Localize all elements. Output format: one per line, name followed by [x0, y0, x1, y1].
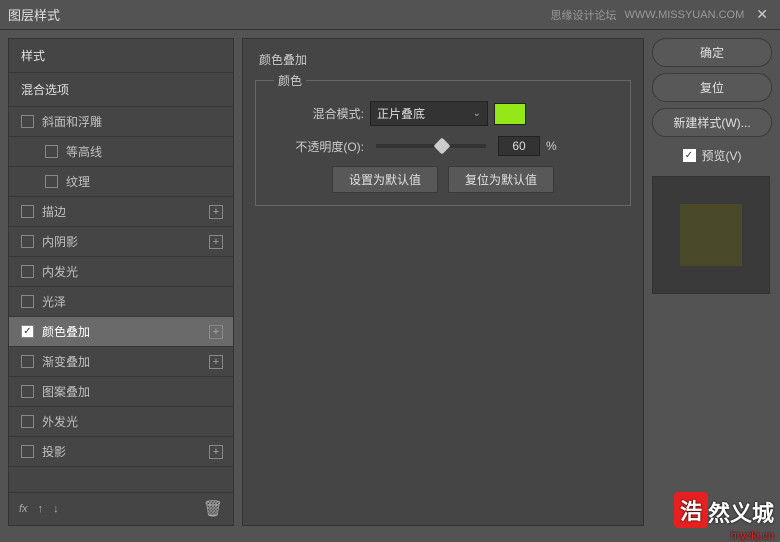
style-label: 图案叠加 — [42, 383, 221, 400]
style-item-texture[interactable]: 纹理 — [9, 167, 233, 197]
style-item-inner-shadow[interactable]: 内阴影 + — [9, 227, 233, 257]
opacity-slider[interactable] — [376, 144, 486, 148]
new-style-button[interactable]: 新建样式(W)... — [652, 108, 772, 137]
title-bar: 图层样式 思缘设计论坛 WWW.MISSYUAN.COM ✕ — [0, 0, 780, 30]
style-item-satin[interactable]: 光泽 — [9, 287, 233, 317]
style-item-bevel[interactable]: 斜面和浮雕 — [9, 107, 233, 137]
checkbox-icon[interactable] — [21, 205, 34, 218]
style-item-color-overlay[interactable]: 颜色叠加 + — [9, 317, 233, 347]
style-label: 投影 — [42, 443, 221, 460]
forum-name: 思缘设计论坛 — [550, 7, 616, 23]
styles-panel: 样式 混合选项 斜面和浮雕 等高线 纹理 描边 + 内阴 — [8, 38, 234, 526]
color-group: 颜色 混合模式: 正片叠底 ⌄ 不透明度(O): — [255, 72, 631, 206]
add-icon[interactable]: + — [209, 445, 223, 459]
add-icon[interactable]: + — [209, 325, 223, 339]
checkbox-icon[interactable] — [21, 235, 34, 248]
cancel-button[interactable]: 复位 — [652, 73, 772, 102]
add-icon[interactable]: + — [209, 205, 223, 219]
blend-options[interactable]: 混合选项 — [9, 73, 233, 107]
blend-mode-row: 混合模式: 正片叠底 ⌄ — [274, 101, 612, 126]
checkbox-icon[interactable] — [21, 115, 34, 128]
watermark: 浩 然义城 hryckj.cn — [674, 492, 774, 528]
style-item-gradient-overlay[interactable]: 渐变叠加 + — [9, 347, 233, 377]
style-label: 等高线 — [66, 143, 221, 160]
blend-mode-label: 混合模式: — [274, 105, 364, 122]
opacity-unit: % — [546, 139, 557, 153]
watermark-url: hryckj.cn — [731, 530, 774, 542]
preview-box — [652, 176, 770, 294]
style-label: 描边 — [42, 203, 221, 220]
default-buttons-row: 设置为默认值 复位为默认值 — [274, 166, 612, 193]
style-item-contour[interactable]: 等高线 — [9, 137, 233, 167]
checkbox-icon[interactable] — [21, 355, 34, 368]
watermark-text: 然义城 hryckj.cn — [708, 496, 774, 528]
blend-mode-value: 正片叠底 — [377, 105, 425, 122]
styles-list: 斜面和浮雕 等高线 纹理 描边 + 内阴影 + 内发光 — [9, 107, 233, 492]
close-icon[interactable]: ✕ — [752, 6, 772, 23]
add-icon[interactable]: + — [209, 235, 223, 249]
opacity-input[interactable] — [498, 136, 540, 156]
styles-header: 样式 — [9, 39, 233, 73]
chevron-down-icon: ⌄ — [473, 108, 481, 119]
styles-footer: fx ↑ ↓ 🗑 — [9, 492, 233, 525]
set-default-button[interactable]: 设置为默认值 — [332, 166, 438, 193]
style-label: 颜色叠加 — [42, 323, 221, 340]
style-item-stroke[interactable]: 描边 + — [9, 197, 233, 227]
checkbox-icon[interactable] — [45, 175, 58, 188]
arrow-down-icon[interactable]: ↓ — [53, 503, 59, 515]
style-label: 纹理 — [66, 173, 221, 190]
dialog-title: 图层样式 — [8, 5, 60, 24]
add-icon[interactable]: + — [209, 355, 223, 369]
fx-label[interactable]: fx — [19, 503, 28, 515]
reset-default-button[interactable]: 复位为默认值 — [448, 166, 554, 193]
slider-thumb-icon[interactable] — [434, 138, 451, 155]
preview-toggle[interactable]: 预览(V) — [652, 147, 772, 164]
style-label: 内发光 — [42, 263, 221, 280]
checkbox-icon[interactable] — [21, 295, 34, 308]
sub-group-title: 颜色 — [274, 72, 306, 89]
checkbox-icon[interactable] — [21, 325, 34, 338]
checkbox-icon[interactable] — [21, 265, 34, 278]
main-layout: 样式 混合选项 斜面和浮雕 等高线 纹理 描边 + 内阴 — [0, 30, 780, 534]
checkbox-icon[interactable] — [21, 385, 34, 398]
arrow-up-icon[interactable]: ↑ — [38, 503, 44, 515]
style-label: 光泽 — [42, 293, 221, 310]
forum-url: WWW.MISSYUAN.COM — [624, 9, 744, 21]
checkbox-icon[interactable] — [21, 415, 34, 428]
opacity-label: 不透明度(O): — [274, 138, 364, 155]
ok-button[interactable]: 确定 — [652, 38, 772, 67]
opacity-row: 不透明度(O): % — [274, 136, 612, 156]
checkbox-icon[interactable] — [21, 445, 34, 458]
style-label: 渐变叠加 — [42, 353, 221, 370]
color-overlay-group: 颜色叠加 颜色 混合模式: 正片叠底 ⌄ 不透明度(O): — [255, 51, 631, 206]
blend-mode-select[interactable]: 正片叠底 ⌄ — [370, 101, 488, 126]
style-item-pattern-overlay[interactable]: 图案叠加 — [9, 377, 233, 407]
preview-label: 预览(V) — [702, 147, 742, 164]
trash-icon[interactable]: 🗑 — [203, 499, 223, 519]
right-panel: 确定 复位 新建样式(W)... 预览(V) — [652, 38, 772, 526]
checkbox-icon[interactable] — [45, 145, 58, 158]
style-item-inner-glow[interactable]: 内发光 — [9, 257, 233, 287]
style-label: 斜面和浮雕 — [42, 113, 221, 130]
style-label: 外发光 — [42, 413, 221, 430]
group-title: 颜色叠加 — [255, 51, 311, 68]
style-item-outer-glow[interactable]: 外发光 — [9, 407, 233, 437]
settings-panel: 颜色叠加 颜色 混合模式: 正片叠底 ⌄ 不透明度(O): — [242, 38, 644, 526]
style-item-drop-shadow[interactable]: 投影 + — [9, 437, 233, 467]
preview-swatch — [680, 204, 742, 266]
watermark-badge: 浩 — [674, 492, 708, 528]
style-label: 内阴影 — [42, 233, 221, 250]
fx-controls: fx ↑ ↓ — [19, 503, 59, 515]
color-swatch[interactable] — [494, 103, 526, 125]
title-right: 思缘设计论坛 WWW.MISSYUAN.COM ✕ — [550, 6, 772, 23]
checkbox-icon[interactable] — [683, 149, 696, 162]
